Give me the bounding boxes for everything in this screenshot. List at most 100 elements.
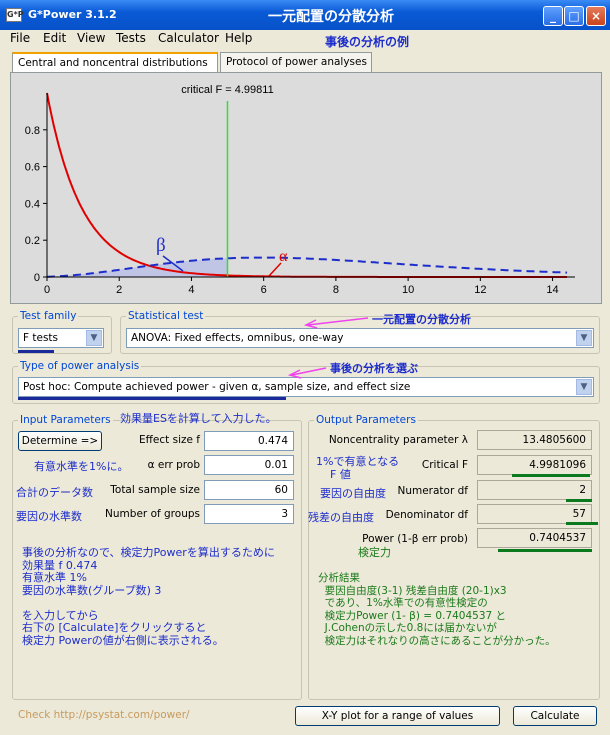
distribution-panel: 0 2 4 6 8 10 12 14 0 0.2 0.4 0.6 0.8 critical F = 4…	[10, 72, 602, 304]
annotation-note-line: 右下の [Calculate]をクリックすると	[22, 621, 207, 634]
annotation-total: 合計のデータ数	[16, 486, 93, 499]
annotation-note-line: 検定力 Powerの値が右側に表示される。	[22, 633, 224, 647]
calculate-button[interactable]: Calculate	[513, 706, 597, 726]
close-button[interactable]: ×	[586, 6, 606, 26]
groups-label: Number of groups	[105, 508, 200, 520]
effect-size-input[interactable]: 0.474	[204, 431, 294, 451]
x-tick-label: 4	[188, 284, 194, 296]
annotation-result-line: 分析結果	[318, 572, 360, 584]
statistical-test-label: Statistical test	[126, 310, 206, 322]
y-tick-label: 0.2	[25, 235, 40, 247]
numdf-output: 2	[477, 480, 592, 500]
annotation-result-line: J.Cohenの示した0.8には届かないが	[318, 622, 497, 634]
total-sample-label: Total sample size	[110, 484, 200, 496]
annotation-subtitle: 事後の分析の例	[325, 35, 410, 49]
statistical-test-value: ANOVA: Fixed effects, omnibus, one-way	[131, 332, 344, 344]
menu-help[interactable]: Help	[225, 31, 252, 45]
beta-label: β	[156, 235, 166, 256]
critical-f-label: critical F = 4.99811	[181, 84, 273, 96]
annotation-note-line: 有意水準 1%	[22, 571, 87, 584]
annotation-alpha: 有意水準を1%に。	[34, 460, 129, 473]
annotation-left-notes: 事後の分析なので、検定力Powerを算出するために 効果量 f 0.474 有意水準…	[22, 546, 275, 647]
statistical-test-select[interactable]: ANOVA: Fixed effects, omnibus, one-way ▼	[126, 328, 594, 348]
annotation-result-line: 要因自由度(3-1) 残差自由度 (20-1)x3	[318, 584, 507, 597]
power-output: 0.7404537	[477, 528, 592, 548]
menu-view[interactable]: View	[77, 31, 105, 45]
tab-distributions[interactable]: Central and noncentral distributions	[12, 52, 218, 72]
annotation-groups: 要因の水準数	[16, 510, 82, 523]
critf-label: Critical F	[421, 459, 468, 471]
critf-output: 4.9981096	[477, 455, 592, 475]
annotation-note-line: 要因の水準数(グループ数) 3	[22, 583, 162, 597]
ncp-output: 13.4805600	[477, 430, 592, 450]
xy-plot-button[interactable]: X-Y plot for a range of values	[295, 706, 500, 726]
x-tick-label: 12	[474, 284, 486, 296]
y-tick-label: 0	[34, 272, 40, 284]
annotation-note-line	[22, 597, 275, 610]
power-analysis-label: Type of power analysis	[18, 360, 142, 372]
tab-protocol[interactable]: Protocol of power analyses	[220, 52, 372, 72]
annotation-dendf: 残差の自由度	[308, 511, 374, 524]
chevron-down-icon: ▼	[576, 379, 592, 395]
menu-tests[interactable]: Tests	[116, 31, 146, 45]
annotation-result-line: であり、1%水準での有意性検定の	[318, 597, 488, 609]
y-tick-label: 0.8	[25, 125, 40, 137]
annotation-effect-size: 効果量ESを計算して入力した。	[120, 412, 277, 425]
annotation-result-line: 検定力はそれなりの高さにあることが分かった。	[318, 634, 556, 647]
test-family-value: F tests	[23, 332, 59, 344]
alpha-label: α	[279, 248, 288, 265]
menu-edit[interactable]: Edit	[43, 31, 66, 45]
x-tick-label: 2	[116, 284, 122, 296]
maximize-button[interactable]: □	[564, 6, 584, 26]
x-tick-label: 8	[333, 284, 339, 296]
y-tick-label: 0.4	[25, 198, 40, 210]
minimize-button[interactable]: _	[543, 6, 563, 26]
test-family-select[interactable]: F tests ▼	[18, 328, 104, 348]
annotation-underline	[498, 549, 592, 552]
y-tick-label: 0.6	[25, 162, 40, 174]
annotation-underline	[512, 474, 590, 477]
dendf-output: 57	[477, 504, 592, 524]
annotation-note-line: 事後の分析なので、検定力Powerを算出するために	[22, 546, 275, 559]
annotation-analysis: 事後の分析を選ぶ	[330, 362, 418, 375]
menu-bar: File Edit View Tests Calculator Help	[0, 30, 610, 48]
menu-file[interactable]: File	[10, 31, 30, 45]
chevron-down-icon: ▼	[576, 330, 592, 346]
groups-input[interactable]: 3	[204, 504, 294, 524]
ncp-label: Noncentrality parameter λ	[328, 434, 468, 446]
numdf-label: Numerator df	[397, 485, 468, 497]
annotation-stat-test: 一元配置の分散分析	[372, 313, 471, 326]
app-icon: G*P	[6, 8, 24, 22]
x-tick-label: 0	[44, 284, 50, 296]
power-analysis-select[interactable]: Post hoc: Compute achieved power - given…	[18, 377, 594, 397]
x-tick-label: 14	[546, 284, 558, 296]
annotation-result-notes: 分析結果 要因自由度(3-1) 残差自由度 (20-1)x3 であり、1%水準で…	[318, 572, 556, 647]
alpha-input[interactable]: 0.01	[204, 455, 294, 475]
psystat-link[interactable]: Check http://psystat.com/power/	[18, 709, 190, 721]
power-analysis-value: Post hoc: Compute achieved power - given…	[23, 381, 411, 393]
annotation-title: 一元配置の分散分析	[268, 9, 394, 25]
effect-size-label: Effect size f	[139, 434, 200, 446]
menu-calculator[interactable]: Calculator	[158, 31, 219, 45]
annotation-power: 検定力	[358, 546, 391, 559]
total-sample-input[interactable]: 60	[204, 480, 294, 500]
input-parameters-label: Input Parameters	[18, 414, 113, 426]
window-title: G*Power 3.1.2	[28, 8, 117, 21]
annotation-underline	[18, 397, 286, 400]
distribution-chart: 0 2 4 6 8 10 12 14 0 0.2 0.4 0.6 0.8 critical F = 4…	[25, 84, 575, 296]
dendf-label: Denominator df	[385, 509, 468, 521]
annotation-critf-1: 1%で有意となる	[316, 455, 400, 468]
annotation-underline	[566, 499, 592, 502]
power-label: Power (1-β err prob)	[362, 533, 468, 545]
annotation-underline	[18, 350, 54, 353]
x-tick-label: 10	[402, 284, 414, 296]
annotation-underline	[566, 522, 598, 525]
central-f-curve	[46, 92, 567, 278]
determine-button[interactable]: Determine =>	[18, 431, 102, 451]
output-parameters-label: Output Parameters	[314, 414, 418, 426]
annotation-result-line: 検定力Power (1- β) = 0.7404537 と	[318, 609, 507, 622]
chevron-down-icon: ▼	[86, 330, 102, 346]
x-tick-label: 6	[261, 284, 267, 296]
alpha-label-text: α err prob	[147, 459, 200, 471]
annotation-numdf: 要因の自由度	[320, 487, 386, 500]
